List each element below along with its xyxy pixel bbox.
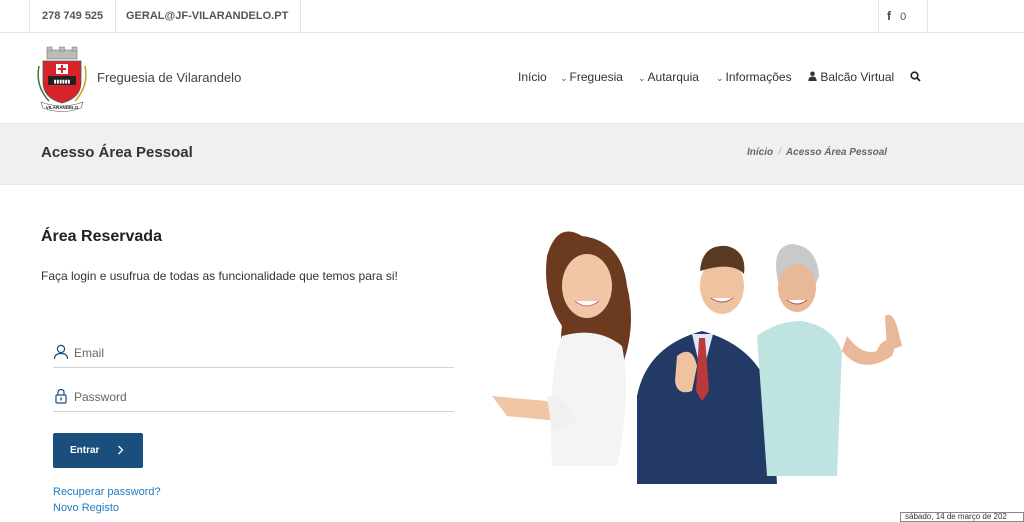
nav-item-autarquia[interactable]: ⌄ Autarquia [638, 70, 699, 84]
email-input[interactable] [74, 343, 444, 363]
page-title-band: Acesso Área Pessoal Início / Acesso Área P… [0, 124, 1024, 185]
recover-password-link[interactable]: Recuperar password? [53, 486, 161, 498]
site-name[interactable]: Freguesia de Vilarandelo [97, 70, 241, 85]
likes-count: 0 [900, 11, 907, 23]
login-button[interactable]: Entrar [53, 433, 143, 468]
password-input[interactable] [74, 387, 444, 407]
lock-icon [53, 388, 69, 404]
social-links: f 0 [878, 0, 928, 53]
login-button-label: Entrar [70, 445, 100, 456]
svg-text:▮▮▮▮▮▮: ▮▮▮▮▮▮ [54, 79, 71, 85]
breadcrumb-current: Acesso Área Pessoal [785, 147, 888, 158]
coat-of-arms-logo[interactable]: ▮▮▮▮▮▮ VILARANDELO [31, 46, 93, 112]
chevron-right-icon [117, 445, 124, 458]
intro-text: Faça login e usufrua de todas as funcion… [41, 269, 398, 283]
date-display: sábado, 14 de março de 202 [900, 512, 1024, 522]
breadcrumb-home[interactable]: Início [747, 147, 773, 158]
svg-text:VILARANDELO: VILARANDELO [46, 105, 79, 110]
breadcrumb-separator: / [778, 147, 781, 158]
nav-item-balcao-virtual[interactable]: Balcão Virtual [808, 70, 894, 84]
contact-email[interactable]: GERAL@JF-VILARANDELO.PT [114, 0, 302, 33]
register-link[interactable]: Novo Registo [53, 502, 119, 514]
chevron-down-icon: ⌄ [560, 73, 568, 83]
search-icon[interactable] [910, 71, 921, 85]
user-icon [808, 70, 817, 84]
nav-item-informacoes[interactable]: ⌄ Informações [716, 70, 792, 84]
chevron-down-icon: ⌄ [638, 73, 646, 83]
breadcrumb: Início / Acesso Área Pessoal [747, 147, 887, 158]
phone-number: 278 749 525 [29, 0, 117, 33]
nav-item-inicio[interactable]: Início [518, 70, 547, 84]
nav-item-freguesia[interactable]: ⌄ Freguesia [560, 70, 623, 84]
email-field [53, 342, 454, 368]
hero-image-people-thumbs-up [487, 216, 917, 484]
chevron-down-icon: ⌄ [716, 73, 724, 83]
facebook-icon[interactable]: f [887, 0, 891, 33]
section-title: Área Reservada [41, 228, 162, 245]
page-title: Acesso Área Pessoal [41, 144, 193, 161]
site-header: ▮▮▮▮▮▮ VILARANDELO Freguesia de Vilarand… [0, 34, 1024, 124]
password-field [53, 386, 454, 412]
user-icon [53, 344, 69, 360]
top-bar: 278 749 525 GERAL@JF-VILARANDELO.PT f 0 [0, 0, 1024, 53]
